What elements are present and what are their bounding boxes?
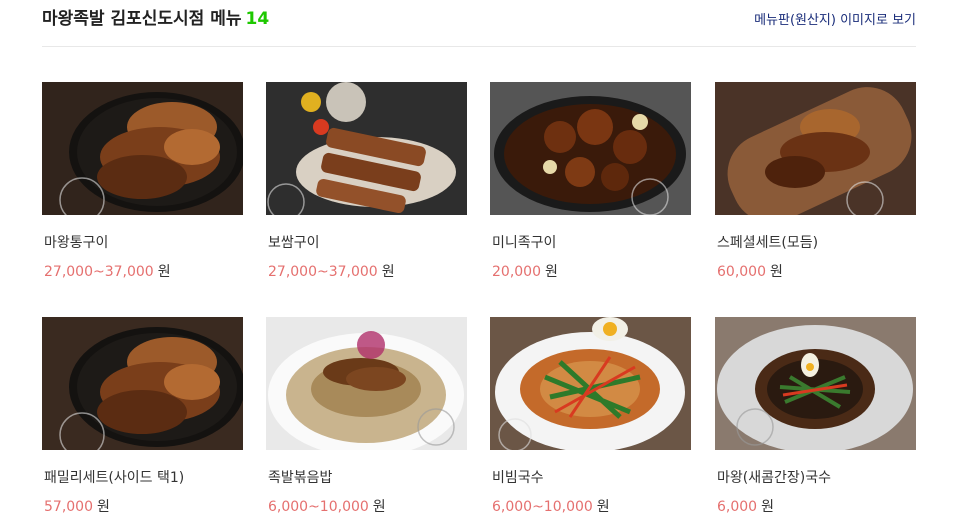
- menu-card[interactable]: 미니족구이 20,000 원: [490, 82, 691, 280]
- menu-card[interactable]: 비빔국수 6,000~10,000 원: [490, 317, 691, 515]
- menu-item-name[interactable]: 보쌈구이: [268, 232, 320, 252]
- dish-photo[interactable]: [42, 317, 243, 450]
- dish-photo[interactable]: [490, 82, 691, 215]
- menu-header: 마왕족발 김포신도시점 메뉴 14 메뉴판(원산지) 이미지로 보기: [42, 0, 916, 47]
- menu-item-name[interactable]: 마왕(새콤간장)국수: [717, 467, 831, 487]
- menu-item-price: 20,000 원: [492, 264, 558, 280]
- menu-item-name[interactable]: 패밀리세트(사이드 택1): [44, 467, 184, 487]
- dish-photo[interactable]: [715, 82, 916, 215]
- dish-photo[interactable]: [266, 82, 467, 215]
- menu-item-price: 57,000 원: [44, 499, 110, 515]
- menu-item-name[interactable]: 비빔국수: [492, 467, 544, 487]
- menu-item-price: 60,000 원: [717, 264, 783, 280]
- dish-photo[interactable]: [42, 82, 243, 215]
- menu-item-name[interactable]: 미니족구이: [492, 232, 556, 252]
- menu-item-price: 27,000~37,000 원: [268, 264, 395, 280]
- menu-item-name[interactable]: 족발볶음밥: [268, 467, 332, 487]
- page-title: 마왕족발 김포신도시점 메뉴 14: [42, 4, 269, 29]
- menu-card[interactable]: 보쌈구이 27,000~37,000 원: [266, 82, 467, 280]
- menu-card[interactable]: 마왕(새콤간장)국수 6,000 원: [715, 317, 916, 515]
- menu-item-name[interactable]: 스페셜세트(모듬): [717, 232, 818, 252]
- dish-photo[interactable]: [715, 317, 916, 450]
- menu-item-price: 6,000~10,000 원: [268, 499, 386, 515]
- menu-card[interactable]: 족발볶음밥 6,000~10,000 원: [266, 317, 467, 515]
- dish-photo[interactable]: [490, 317, 691, 450]
- menu-image-link[interactable]: 메뉴판(원산지) 이미지로 보기: [754, 9, 916, 28]
- menu-card[interactable]: 스페셜세트(모듬) 60,000 원: [715, 82, 916, 280]
- store-title: 마왕족발 김포신도시점 메뉴: [42, 9, 242, 29]
- menu-card[interactable]: 마왕통구이 27,000~37,000 원: [42, 82, 243, 280]
- menu-item-name[interactable]: 마왕통구이: [44, 232, 108, 252]
- menu-item-price: 27,000~37,000 원: [44, 264, 171, 280]
- menu-item-price: 6,000~10,000 원: [492, 499, 610, 515]
- menu-count-badge: 14: [245, 9, 270, 29]
- menu-card[interactable]: 패밀리세트(사이드 택1) 57,000 원: [42, 317, 243, 515]
- menu-item-price: 6,000 원: [717, 499, 774, 515]
- dish-photo[interactable]: [266, 317, 467, 450]
